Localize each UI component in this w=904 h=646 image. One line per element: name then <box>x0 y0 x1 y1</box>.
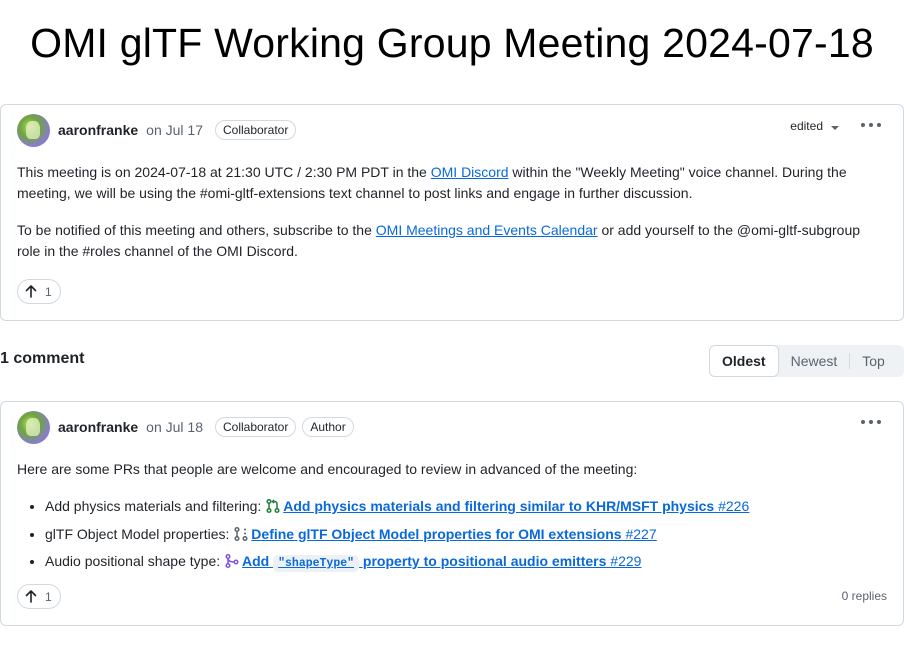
pr-link-226[interactable]: Add physics materials and filtering simi… <box>283 498 749 514</box>
collaborator-badge: Collaborator <box>214 120 297 140</box>
item-label: Add physics materials and filtering: <box>45 498 266 514</box>
calendar-link[interactable]: OMI Meetings and Events Calendar <box>376 222 598 238</box>
replies-count[interactable]: 0 replies <box>842 589 887 603</box>
comments-count: 1 comment <box>0 350 85 367</box>
list-item: glTF Object Model properties: Define glT… <box>45 522 877 550</box>
author-name[interactable]: aaronfranke <box>58 122 138 138</box>
sort-segmented-control: Oldest Newest Top <box>709 345 904 377</box>
more-options-icon[interactable] <box>861 416 881 428</box>
pr-number: #226 <box>718 498 750 514</box>
comment-header: aaronfranke on Jul 18 Collaborator Autho… <box>17 410 354 444</box>
pr-list: Add physics materials and filtering: Add… <box>17 494 877 577</box>
item-label: glTF Object Model properties: <box>45 525 234 542</box>
collaborator-badge: Collaborator <box>214 417 297 437</box>
sort-newest[interactable]: Newest <box>779 345 850 377</box>
post-header: aaronfranke on Jul 17 Collaborator <box>17 113 297 147</box>
upvote-button[interactable]: 1 <box>17 584 61 609</box>
avatar[interactable] <box>17 410 50 444</box>
pr-title: Add <box>242 553 274 569</box>
list-item: Add physics materials and filtering: Add… <box>45 494 877 522</box>
pull-request-merged-icon <box>224 552 240 577</box>
more-options-icon[interactable] <box>861 119 881 131</box>
omi-discord-link[interactable]: OMI Discord <box>431 164 509 180</box>
text: To be notified of this meeting and other… <box>17 222 376 238</box>
pr-title: property to positional audio emitters <box>359 553 607 569</box>
discussion-post: aaronfranke on Jul 17 Collaborator edite… <box>0 104 904 321</box>
pull-request-open-icon <box>265 497 281 522</box>
pr-link-229[interactable]: Add "shapeType" property to positional a… <box>242 553 642 572</box>
arrow-up-icon <box>25 590 37 603</box>
arrow-up-icon <box>25 285 37 298</box>
pr-title: Add physics materials and filtering simi… <box>283 498 715 514</box>
upvote-count: 1 <box>45 284 52 299</box>
item-label: Audio positional shape type: <box>45 553 225 569</box>
post-date[interactable]: on Jul 17 <box>146 122 203 138</box>
upvote-count: 1 <box>45 589 52 604</box>
post-paragraph: This meeting is on 2024-07-18 at 21:30 U… <box>17 162 877 204</box>
pr-number: #227 <box>625 525 657 542</box>
page-title: OMI glTF Working Group Meeting 2024-07-1… <box>30 20 874 66</box>
avatar[interactable] <box>17 113 50 147</box>
post-paragraph: To be notified of this meeting and other… <box>17 220 877 262</box>
comment: aaronfranke on Jul 18 Collaborator Autho… <box>0 401 904 626</box>
sort-oldest[interactable]: Oldest <box>709 345 779 377</box>
text: This meeting is on 2024-07-18 at 21:30 U… <box>17 164 431 180</box>
pr-link-227[interactable]: Define glTF Object Model properties for … <box>251 526 656 542</box>
chevron-down-icon <box>831 125 839 130</box>
edited-label: edited <box>790 119 823 133</box>
author-name[interactable]: aaronfranke <box>58 419 138 435</box>
pull-request-draft-icon <box>233 525 249 550</box>
comment-date[interactable]: on Jul 18 <box>146 419 203 435</box>
upvote-button[interactable]: 1 <box>17 279 61 304</box>
comment-intro: Here are some PRs that people are welcom… <box>17 461 638 477</box>
pr-title: Define glTF Object Model properties for … <box>251 525 622 542</box>
list-item: Audio positional shape type: Add "shapeT… <box>45 549 877 577</box>
code-span: "shapeType" <box>273 555 360 572</box>
author-badge: Author <box>302 417 354 437</box>
pr-number: #229 <box>610 553 642 569</box>
edited-dropdown[interactable]: edited <box>790 119 839 133</box>
sort-top[interactable]: Top <box>850 345 897 377</box>
